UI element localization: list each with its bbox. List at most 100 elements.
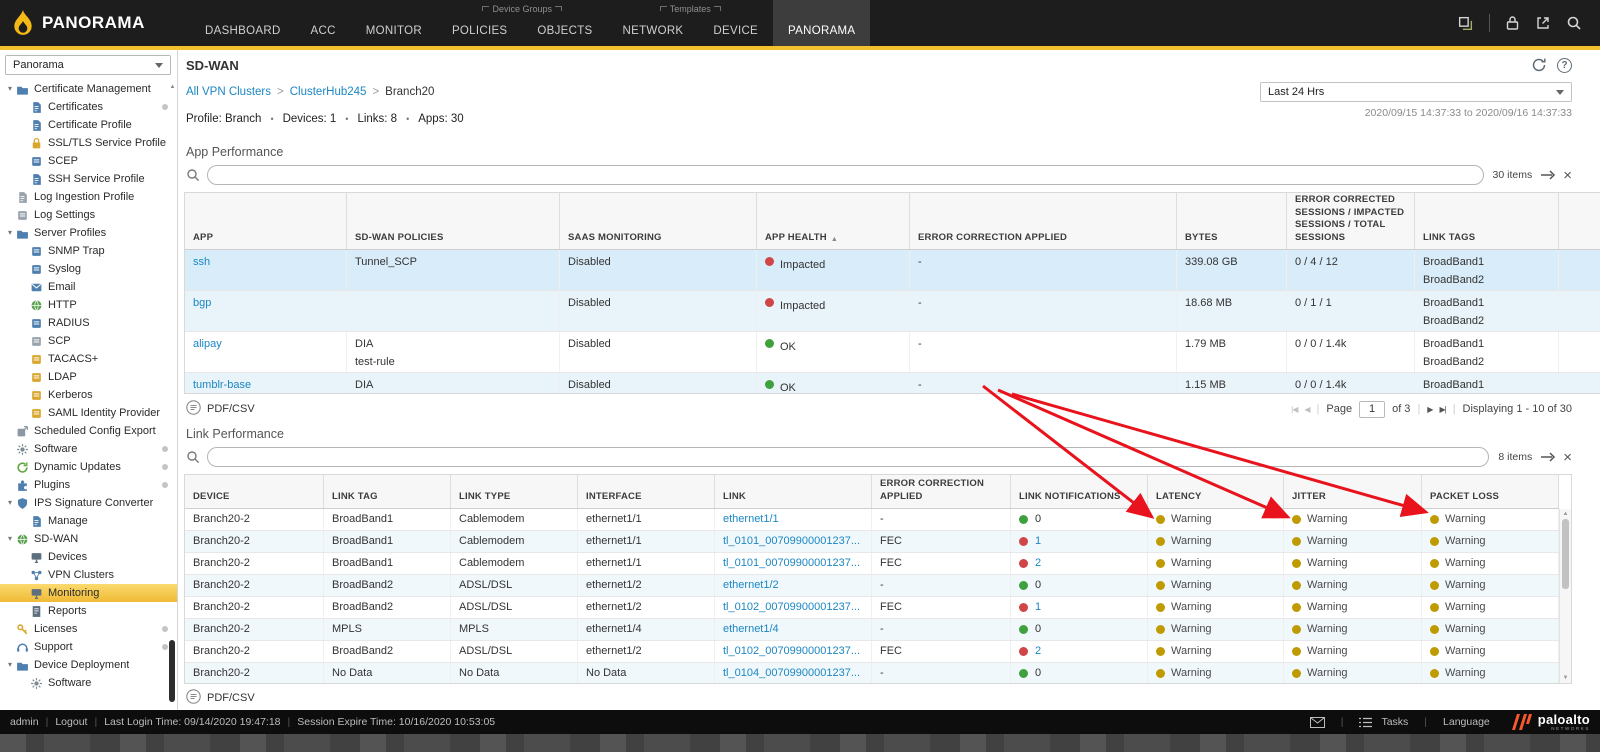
sidebar-item-ssl-tls-service-profile[interactable]: SSL/TLS Service Profile — [0, 134, 177, 152]
link-row-7[interactable]: Branch20-2BroadBand2ADSL/DSLethernet1/2t… — [185, 641, 1559, 663]
link-name[interactable]: ethernet1/4 — [723, 624, 779, 635]
page-input[interactable] — [1359, 401, 1385, 418]
column-header-packet-loss[interactable]: PACKET LOSS — [1422, 475, 1559, 508]
search-icon[interactable] — [1566, 15, 1582, 31]
sidebar-item-software[interactable]: Software — [0, 674, 177, 692]
scroll-up-icon[interactable]: ▲ — [1560, 511, 1571, 517]
nav-tab-network[interactable]: NETWORK — [608, 14, 699, 46]
app-search-input[interactable] — [207, 165, 1484, 185]
sidebar-item-plugins[interactable]: Plugins — [0, 476, 177, 494]
sidebar-item-devices[interactable]: Devices — [0, 548, 177, 566]
column-header-link-tags[interactable]: LINK TAGS — [1415, 193, 1559, 249]
column-header-app[interactable]: APP — [185, 193, 347, 249]
sidebar-item-snmp-trap[interactable]: SNMP Trap — [0, 242, 177, 260]
sidebar-item-support[interactable]: Support — [0, 638, 177, 656]
column-header-sd-wan-policies[interactable]: SD-WAN POLICIES — [347, 193, 560, 249]
scrollbar-thumb[interactable] — [1562, 519, 1569, 589]
nav-tab-monitor[interactable]: MONITOR — [351, 0, 437, 46]
sidebar-item-http[interactable]: HTTP — [0, 296, 177, 314]
clear-filter-icon[interactable]: × — [1563, 168, 1572, 183]
tasks-icon[interactable] — [1359, 717, 1372, 728]
app-link[interactable]: bgp — [193, 297, 211, 309]
sidebar-item-saml-identity-provider[interactable]: SAML Identity Provider — [0, 404, 177, 422]
link-pdf-csv-button[interactable]: PDF/CSV — [186, 689, 255, 707]
export-window-icon[interactable] — [1535, 15, 1551, 31]
brand[interactable]: PANORAMA — [0, 0, 190, 46]
notification-count[interactable]: 2 — [1035, 558, 1041, 569]
link-row-5[interactable]: Branch20-2BroadBand2ADSL/DSLethernet1/2t… — [185, 597, 1559, 619]
column-header-device[interactable]: DEVICE — [185, 475, 324, 508]
notification-count[interactable]: 1 — [1035, 536, 1041, 547]
sidebar-item-certificate-management[interactable]: ▾Certificate Management — [0, 80, 177, 98]
help-icon[interactable]: ? — [1557, 58, 1572, 73]
sidebar-item-dynamic-updates[interactable]: Dynamic Updates — [0, 458, 177, 476]
context-selector[interactable]: Panorama — [5, 55, 171, 75]
apply-filter-icon[interactable] — [1541, 170, 1556, 180]
last-page-icon[interactable]: ▶| — [1439, 405, 1445, 414]
nav-tab-dashboard[interactable]: DASHBOARD — [190, 0, 296, 46]
column-header-link-notifications[interactable]: LINK NOTIFICATIONS — [1011, 475, 1148, 508]
sidebar-item-tacacs[interactable]: TACACS+ — [0, 350, 177, 368]
sidebar-item-email[interactable]: Email — [0, 278, 177, 296]
scrollbar-thumb[interactable] — [169, 640, 175, 702]
column-header-bytes[interactable]: BYTES — [1177, 193, 1287, 249]
sidebar-item-scep[interactable]: SCEP — [0, 152, 177, 170]
sidebar-item-ldap[interactable]: LDAP — [0, 368, 177, 386]
column-header-error-correction-applied[interactable]: ERROR CORRECTION APPLIED — [910, 193, 1177, 249]
app-row-ssh[interactable]: sshTunnel_SCPDisabledImpacted-339.08 GB0… — [185, 250, 1600, 291]
column-header-link[interactable]: LINK — [715, 475, 872, 508]
app-link[interactable]: alipay — [193, 338, 222, 350]
first-page-icon[interactable]: |◀ — [1291, 405, 1297, 414]
nav-tab-policies[interactable]: POLICIES — [437, 14, 522, 46]
column-header-interface[interactable]: INTERFACE — [578, 475, 715, 508]
link-row-4[interactable]: Branch20-2BroadBand2ADSL/DSLethernet1/2e… — [185, 575, 1559, 597]
sidebar-item-ssh-service-profile[interactable]: SSH Service Profile — [0, 170, 177, 188]
app-link[interactable]: tumblr-base — [193, 379, 251, 391]
link-name[interactable]: tl_0101_00709900001237... — [723, 558, 860, 569]
scroll-up-icon[interactable]: ▲ — [168, 84, 177, 90]
link-row-3[interactable]: Branch20-2BroadBand1Cablemodemethernet1/… — [185, 553, 1559, 575]
link-name[interactable]: ethernet1/1 — [723, 514, 779, 525]
prev-page-icon[interactable]: ◀ — [1304, 405, 1309, 414]
link-name[interactable]: tl_0102_00709900001237... — [723, 602, 860, 613]
language-link[interactable]: Language — [1443, 716, 1490, 728]
nav-tab-acc[interactable]: ACC — [296, 0, 351, 46]
app-link[interactable]: ssh — [193, 256, 210, 268]
sidebar-item-vpn-clusters[interactable]: VPN Clusters — [0, 566, 177, 584]
sidebar-item-certificate-profile[interactable]: Certificate Profile — [0, 116, 177, 134]
link-name[interactable]: tl_0102_00709900001237... — [723, 646, 860, 657]
sidebar-item-sd-wan[interactable]: ▾SD-WAN — [0, 530, 177, 548]
tasks-link[interactable]: Tasks — [1381, 716, 1408, 728]
link-name[interactable]: tl_0101_00709900001237... — [723, 536, 860, 547]
commit-config-icon[interactable] — [1457, 15, 1474, 32]
logout-link[interactable]: Logout — [55, 716, 87, 728]
app-pdf-csv-button[interactable]: PDF/CSV — [186, 400, 255, 418]
link-name[interactable]: ethernet1/2 — [723, 580, 779, 591]
sidebar-item-server-profiles[interactable]: ▾Server Profiles — [0, 224, 177, 242]
column-header-error-corrected-sessions-impacted-sessions-total-sessions[interactable]: ERROR CORRECTED SESSIONS / IMPACTED SESS… — [1287, 193, 1415, 249]
sidebar-item-kerberos[interactable]: Kerberos — [0, 386, 177, 404]
column-header-app-health[interactable]: APP HEALTH▲ — [757, 193, 910, 249]
column-header-jitter[interactable]: JITTER — [1284, 475, 1422, 508]
app-row-alipay[interactable]: alipayDIAtest-ruleDisabledOK-1.79 MB0 / … — [185, 332, 1600, 373]
notification-count[interactable]: 1 — [1035, 602, 1041, 613]
app-row-tumblr-base[interactable]: tumblr-baseDIADisabledOK-1.15 MB0 / 0 / … — [185, 373, 1600, 394]
sidebar-item-manage[interactable]: Manage — [0, 512, 177, 530]
column-header-link-type[interactable]: LINK TYPE — [451, 475, 578, 508]
apply-filter-icon[interactable] — [1541, 452, 1556, 462]
link-table-scrollbar[interactable]: ▲ ▼ — [1559, 509, 1571, 683]
sidebar-item-monitoring[interactable]: Monitoring — [0, 584, 177, 602]
sidebar-item-software[interactable]: Software — [0, 440, 177, 458]
link-row-6[interactable]: Branch20-2MPLSMPLSethernet1/4ethernet1/4… — [185, 619, 1559, 641]
breadcrumb-item-clusterhub245[interactable]: ClusterHub245 — [290, 86, 367, 98]
sidebar-item-ips-signature-converter[interactable]: ▾IPS Signature Converter — [0, 494, 177, 512]
sidebar-scrollbar[interactable]: ▲ — [168, 82, 177, 710]
messages-icon[interactable] — [1310, 717, 1325, 728]
refresh-icon[interactable] — [1531, 57, 1547, 73]
column-header-latency[interactable]: LATENCY — [1148, 475, 1284, 508]
time-range-select[interactable]: Last 24 Hrs — [1260, 82, 1572, 102]
sidebar-item-log-ingestion-profile[interactable]: Log Ingestion Profile — [0, 188, 177, 206]
scroll-down-icon[interactable]: ▼ — [1560, 675, 1571, 681]
next-page-icon[interactable]: ▶ — [1427, 405, 1432, 414]
nav-tab-device[interactable]: DEVICE — [698, 14, 773, 46]
